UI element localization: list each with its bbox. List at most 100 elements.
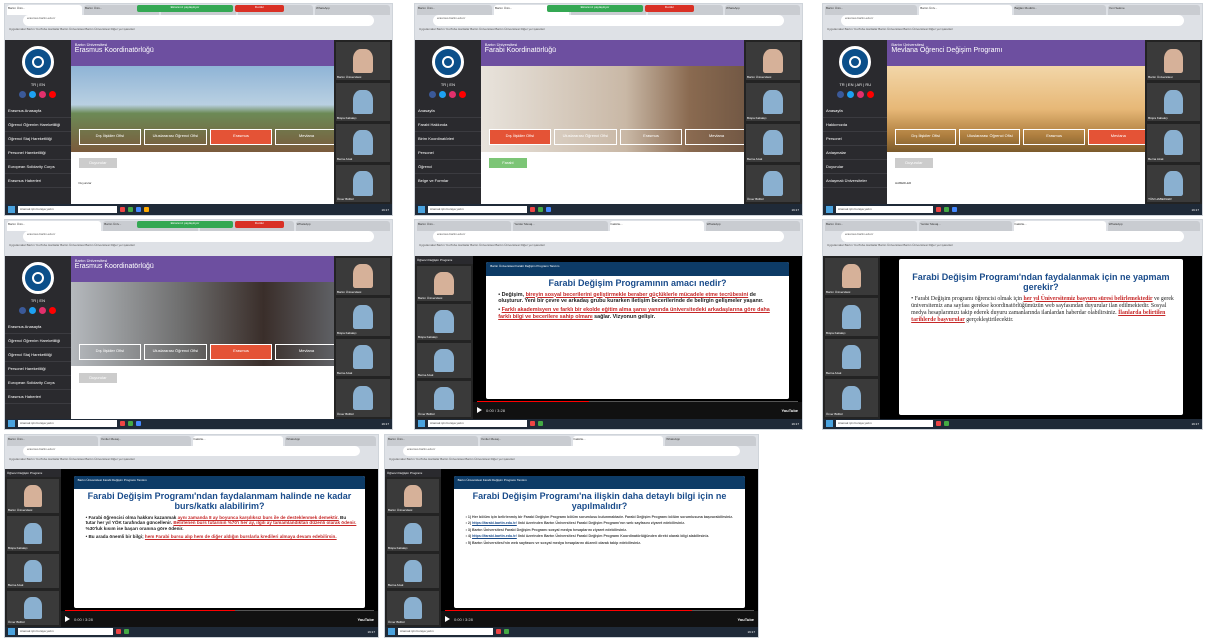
app-icon[interactable] (951, 207, 957, 213)
address-bar[interactable]: erasmus.bartin.edu.tr (433, 231, 784, 242)
browser-tab[interactable]: WhatsApp (295, 221, 390, 232)
address-bar[interactable]: erasmus.bartin.edu.tr (433, 15, 784, 27)
menu-item[interactable]: Öğrenci (415, 160, 481, 174)
quick-link[interactable]: Dış İlişkiler Ofisi (895, 128, 957, 146)
quick-link[interactable]: Uluslararası Öğrenci Ofisi (959, 128, 1021, 146)
instagram-icon[interactable] (39, 306, 47, 314)
stop-share-button[interactable]: Durdur (235, 221, 284, 228)
quick-link[interactable]: Dış İlişkiler Ofisi (78, 128, 142, 146)
facebook-icon[interactable] (836, 90, 844, 98)
address-bar[interactable]: erasmus.bartin.edu.tr (403, 445, 740, 457)
twitter-icon[interactable] (846, 90, 854, 98)
menu-item[interactable]: Erasmus Anasayfa (5, 104, 71, 118)
announcements-button[interactable]: Duyurular (895, 158, 933, 169)
quick-link[interactable]: Erasmus (1023, 128, 1085, 146)
app-icon[interactable] (530, 421, 536, 427)
browser-tab[interactable]: WhatsApp (705, 221, 800, 232)
menu-item[interactable]: Anlaşmalar (823, 146, 888, 160)
all-news-link[interactable]: TÜM HABERLER (1148, 197, 1172, 201)
play-icon[interactable] (477, 407, 483, 414)
menu-item[interactable]: European Solidarity Corps (5, 376, 71, 390)
quick-link[interactable]: Dış İlişkiler Ofisi (488, 128, 552, 146)
quick-link[interactable]: Mevlana (275, 128, 338, 146)
quick-link[interactable]: Mevlana (1087, 128, 1149, 146)
farabi-button[interactable]: Farabi (488, 158, 528, 169)
address-bar[interactable]: erasmus.bartin.edu.tr (23, 15, 374, 27)
browser-tab[interactable]: WhatsApp (665, 436, 756, 446)
twitter-icon[interactable] (29, 90, 37, 98)
twitter-icon[interactable] (29, 306, 37, 314)
menu-item[interactable]: Personel Hareketliliği (5, 362, 71, 376)
taskbar-search[interactable]: Aramak için buraya yazın (428, 420, 528, 428)
twitter-icon[interactable] (439, 90, 447, 98)
address-bar[interactable]: erasmus.bartin.edu.tr (841, 231, 1184, 242)
quick-link[interactable]: Uluslararası Öğrenci Ofisi (554, 128, 617, 146)
address-bar[interactable]: erasmus.bartin.edu.tr (841, 15, 1184, 27)
facebook-icon[interactable] (19, 90, 27, 98)
app-icon[interactable] (935, 421, 941, 427)
taskbar-search[interactable]: Aramak için buraya yazın (18, 628, 114, 636)
browser-tab[interactable]: WhatsApp (315, 5, 390, 16)
start-icon[interactable] (826, 206, 833, 214)
browser-tab[interactable]: Bartın Üniv... (7, 5, 82, 16)
menu-item[interactable]: Birim Koordinatörleri (415, 132, 481, 146)
video-player[interactable]: Bartın Üniversitesi Farabi Değişim Progr… (60, 469, 378, 627)
taskbar-search[interactable]: Aramak için buraya yazın (398, 628, 494, 636)
quick-link[interactable]: Mevlana (685, 128, 748, 146)
app-icon[interactable] (120, 421, 126, 427)
address-bar[interactable]: erasmus.bartin.edu.tr (23, 231, 374, 242)
menu-item[interactable]: Personel (415, 146, 481, 160)
app-icon[interactable] (496, 629, 502, 635)
start-icon[interactable] (388, 628, 395, 636)
video-player[interactable]: Bartın Üniversitesi Farabi Değişim Progr… (440, 469, 758, 627)
quick-link[interactable]: Dış İlişkiler Ofisi (78, 343, 142, 360)
start-icon[interactable] (418, 206, 425, 214)
quick-link[interactable]: Uluslararası Öğrenci Ofisi (144, 128, 207, 146)
taskbar-search[interactable]: Aramak için buraya yazın (18, 206, 118, 214)
app-icon[interactable] (530, 207, 536, 213)
app-icon[interactable] (943, 207, 949, 213)
taskbar-search[interactable]: Aramak için buraya yazın (18, 420, 118, 428)
browser-tab[interactable]: Fakülte... (572, 436, 664, 446)
browser-tab[interactable]: Yeniler Mesaj... (919, 221, 1012, 232)
menu-item[interactable]: Hakkımızda (823, 118, 888, 132)
menu-item[interactable]: Anlaşmalı Üniversiteler (823, 174, 888, 188)
start-icon[interactable] (8, 206, 15, 214)
browser-tab[interactable]: Fakülte... (1013, 221, 1106, 232)
youtube-logo[interactable]: YouTube (781, 408, 798, 413)
browser-tab[interactable]: Fakülte... (192, 436, 284, 446)
browser-tab[interactable]: Bartın Üniv... (417, 5, 492, 16)
quick-link[interactable]: Erasmus (619, 128, 683, 146)
youtube-logo[interactable]: YouTube (357, 617, 374, 622)
stop-share-button[interactable]: Durdur (235, 5, 284, 12)
instagram-icon[interactable] (449, 90, 457, 98)
youtube-icon[interactable] (866, 90, 874, 98)
quick-link[interactable]: Mevlana (275, 343, 338, 360)
address-bar[interactable]: erasmus.bartin.edu.tr (23, 445, 360, 457)
start-icon[interactable] (8, 420, 15, 428)
facebook-icon[interactable] (19, 306, 27, 314)
youtube-icon[interactable] (49, 90, 57, 98)
taskbar-search[interactable]: Aramak için buraya yazın (836, 420, 933, 428)
browser-tab[interactable]: Yeniler Mesaj... (479, 436, 571, 446)
browser-tab[interactable]: Bartın Üniv... (919, 5, 1012, 16)
menu-item[interactable]: Erasmus Anasayfa (5, 320, 71, 334)
app-icon[interactable] (935, 207, 941, 213)
browser-tab[interactable]: Bartın Üniv... (7, 221, 102, 232)
app-icon[interactable] (546, 207, 552, 213)
browser-tab[interactable]: WhatsApp (1107, 221, 1200, 232)
menu-item[interactable]: Erasmus Haberleri (5, 390, 71, 404)
facebook-icon[interactable] (429, 90, 437, 98)
menu-item[interactable]: Anasayfa (823, 104, 888, 118)
instagram-icon[interactable] (856, 90, 864, 98)
browser-tab[interactable]: Bağlan Modülü... (1013, 5, 1106, 16)
youtube-logo[interactable]: YouTube (737, 617, 754, 622)
youtube-icon[interactable] (49, 306, 57, 314)
quick-link[interactable]: Erasmus (209, 128, 273, 146)
instagram-icon[interactable] (39, 90, 47, 98)
play-icon[interactable] (444, 616, 450, 623)
browser-tab[interactable]: Bartın Üniv... (7, 436, 98, 446)
start-icon[interactable] (826, 420, 833, 428)
app-icon[interactable] (128, 207, 134, 213)
menu-item[interactable]: Öğrenci Öğrenim Hareketliliği (5, 118, 71, 132)
